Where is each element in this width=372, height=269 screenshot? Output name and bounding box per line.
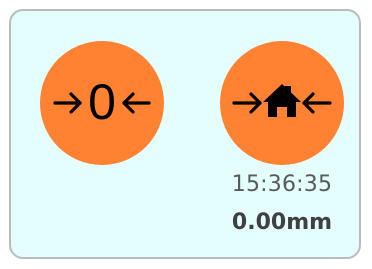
zero-button[interactable]: 0	[40, 41, 164, 165]
control-panel: 0 15:36:35 0.00mm	[9, 9, 361, 259]
home-button[interactable]	[220, 41, 344, 165]
zero-label: 0	[88, 74, 116, 130]
timestamp: 15:36:35	[231, 172, 333, 197]
home-arrows-icon	[232, 84, 332, 117]
house-icon	[263, 84, 301, 117]
position-readout: 0.00mm	[231, 210, 333, 235]
zero-arrows-icon: 0	[53, 74, 151, 130]
